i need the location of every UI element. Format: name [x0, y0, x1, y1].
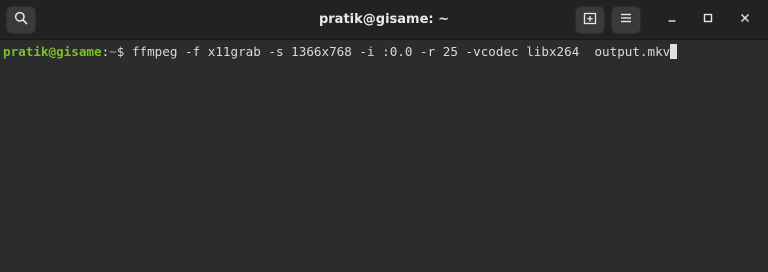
- terminal-area[interactable]: pratik@gisame:~$ ffmpeg -f x11grab -s 13…: [0, 40, 768, 272]
- new-tab-button[interactable]: [575, 6, 605, 34]
- title-bar: pratik@gisame: ~: [0, 0, 768, 40]
- command-line: pratik@gisame:~$ ffmpeg -f x11grab -s 13…: [3, 43, 678, 61]
- prompt-path: ~: [109, 44, 117, 59]
- close-icon: [739, 11, 751, 29]
- maximize-icon: [702, 11, 714, 29]
- maximize-button[interactable]: [693, 6, 723, 34]
- prompt-symbol: $: [116, 44, 132, 59]
- window-title: pratik@gisame: ~: [318, 12, 450, 27]
- text-cursor: [670, 44, 678, 59]
- close-button[interactable]: [730, 6, 760, 34]
- hamburger-menu-icon: [619, 11, 633, 30]
- new-tab-icon: [583, 11, 597, 30]
- prompt-user-host: pratik@gisame: [3, 44, 102, 59]
- menu-button[interactable]: [611, 6, 641, 34]
- command-text: ffmpeg -f x11grab -s 1366x768 -i :0.0 -r…: [131, 44, 671, 59]
- terminal-window: pratik@gisame: ~ pratik@gisame:~$ ffmpeg…: [0, 0, 768, 272]
- minimize-icon: [666, 11, 678, 29]
- minimize-button[interactable]: [657, 6, 687, 34]
